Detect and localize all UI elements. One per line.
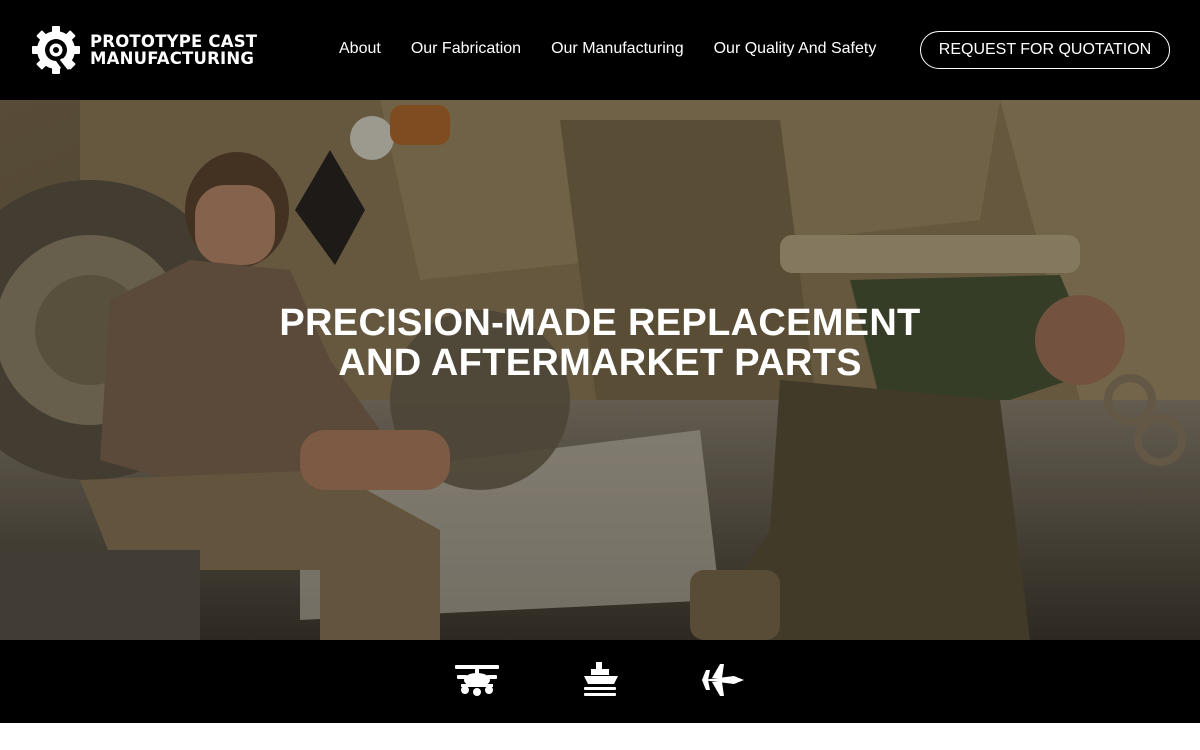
nav-our-quality-and-safety[interactable]: Our Quality And Safety (714, 40, 877, 58)
hero-banner: PRECISION-MADE REPLACEMENT AND AFTERMARK… (0, 100, 1200, 640)
gear-logo-icon (32, 26, 80, 74)
brand-logo[interactable]: PROTOTYPE CAST MANUFACTURING (30, 24, 257, 76)
hero-title: PRECISION-MADE REPLACEMENT AND AFTERMARK… (0, 303, 1200, 383)
category-icon-strip (0, 640, 1200, 723)
nav-our-manufacturing[interactable]: Our Manufacturing (551, 40, 684, 58)
main-nav: About Our Fabrication Our Manufacturing … (339, 40, 906, 58)
hero-title-line1: PRECISION-MADE REPLACEMENT (279, 302, 921, 344)
request-quotation-button[interactable]: REQUEST FOR QUOTATION (920, 31, 1170, 69)
nav-our-fabrication[interactable]: Our Fabrication (411, 40, 521, 58)
helicopter-icon[interactable] (453, 660, 501, 700)
brand-name-line2: MANUFACTURING (90, 49, 255, 68)
ship-icon[interactable] (576, 660, 624, 700)
site-header: PROTOTYPE CAST MANUFACTURING About Our F… (0, 0, 1200, 100)
fighter-jet-icon[interactable] (698, 660, 746, 700)
hero-title-line2: AND AFTERMARKET PARTS (338, 342, 862, 384)
nav-about[interactable]: About (339, 40, 381, 58)
brand-name: PROTOTYPE CAST MANUFACTURING (90, 33, 257, 67)
brand-name-line1: PROTOTYPE CAST (90, 32, 258, 51)
